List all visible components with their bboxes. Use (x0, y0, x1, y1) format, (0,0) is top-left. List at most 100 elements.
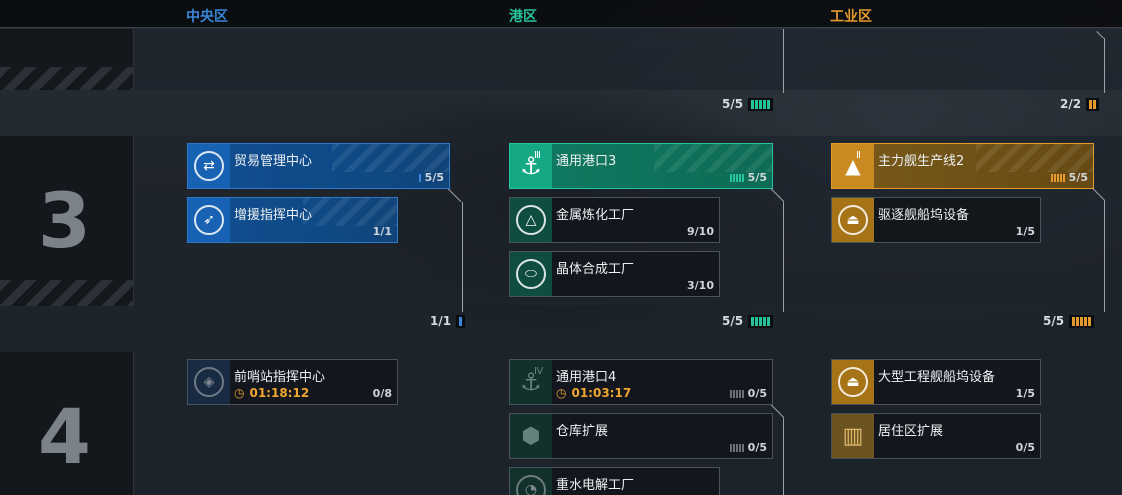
building-name: 增援指挥中心 (234, 208, 313, 223)
building-card-outpost-command[interactable]: ◈ 前哨站指挥中心 ◷ 01:18:12 0/8 (187, 359, 398, 405)
building-count-text: 1/1 (372, 225, 392, 238)
summary-count: 5/5 (722, 314, 744, 328)
progress-pips (729, 173, 744, 182)
build-timer-text: 01:18:12 (249, 386, 310, 400)
building-card-residential-expand[interactable]: ▥ 居住区扩展 0/5 (831, 413, 1041, 459)
building-count: 9/10 (687, 225, 714, 238)
building-name: 通用港口3 (556, 154, 617, 169)
build-timer: ◷ 01:18:12 (234, 386, 309, 400)
building-card-crystal-synthesis[interactable]: ⬭ 晶体合成工厂 3/10 (509, 251, 720, 297)
progress-pip (1088, 316, 1092, 326)
building-card-port3[interactable]: ⚓ Ⅲ 通用港口3 5/5 (509, 143, 773, 189)
tier2-industry-summary: 2/2 (1060, 97, 1100, 111)
tier-mark: Ⅱ (856, 150, 861, 161)
progress-pip (751, 99, 755, 109)
tier3-central-summary: 1/1 (430, 314, 466, 328)
card-stripes (654, 144, 772, 172)
building-name: 大型工程舰船坞设备 (878, 370, 996, 385)
progress-pip (741, 389, 744, 398)
progress-pip (1059, 173, 1062, 182)
building-card-metal-smelting[interactable]: △ 金属炼化工厂 9/10 (509, 197, 720, 243)
tier3-industry-summary: 5/5 (1043, 314, 1095, 328)
building-count-text: 0/5 (747, 441, 767, 454)
progress-pip (729, 173, 732, 182)
building-name: 重水电解工厂 (556, 478, 635, 493)
building-count-text: 0/5 (1015, 441, 1035, 454)
tier-4-box: 4 (0, 352, 134, 495)
progress-pip (1089, 99, 1093, 109)
progress-pip (738, 389, 741, 398)
building-name: 晶体合成工厂 (556, 262, 635, 277)
building-count-text: 1/5 (1015, 387, 1035, 400)
progress-pips (729, 443, 744, 452)
signal-broadcast-icon: ⇄ (188, 144, 230, 188)
dock-icon: ⏏ (832, 360, 874, 404)
building-card-main-ship-line2[interactable]: ▲ Ⅱ 主力舰生产线2 5/5 (831, 143, 1094, 189)
progress-pips (748, 97, 774, 111)
building-count: 5/5 (418, 171, 444, 184)
connector-line (783, 418, 784, 495)
progress-pip (418, 173, 421, 182)
progress-pip (741, 443, 744, 452)
building-count-text: 5/5 (1068, 171, 1088, 184)
building-name: 贸易管理中心 (234, 154, 313, 169)
progress-pip (759, 99, 763, 109)
building-card-warehouse-expand[interactable]: ⬢ 仓库扩展 0/5 (509, 413, 773, 459)
building-name: 仓库扩展 (556, 424, 609, 439)
building-count: 0/5 (729, 441, 767, 454)
building-count-text: 0/5 (747, 387, 767, 400)
building-count: 0/5 (1016, 441, 1035, 454)
building-card-destroyer-dock[interactable]: ⏏ 驱逐舰船坞设备 1/5 (831, 197, 1041, 243)
building-name: 通用港口4 (556, 370, 617, 385)
building-name: 前哨站指挥中心 (234, 370, 326, 385)
building-name: 驱逐舰船坞设备 (878, 208, 970, 223)
building-card-reinforce-command[interactable]: ➶ 增援指挥中心 1/1 (187, 197, 398, 243)
ship-line-icon: ▲ Ⅱ (832, 144, 874, 188)
summary-count: 5/5 (722, 97, 744, 111)
building-count-text: 9/10 (687, 225, 714, 238)
connector-line (1104, 38, 1105, 93)
signal-broadcast-icon: ◈ (188, 360, 230, 404)
warehouse-icon: ⬢ (510, 414, 552, 458)
card-stripes (302, 198, 397, 226)
building-name: 居住区扩展 (878, 424, 944, 439)
progress-pip (735, 173, 738, 182)
building-icon: ▥ (832, 414, 874, 458)
progress-pip (738, 173, 741, 182)
progress-pip (735, 443, 738, 452)
progress-pip (732, 173, 735, 182)
build-timer: ◷ 01:03:17 (556, 386, 631, 400)
connector-line (1104, 200, 1105, 312)
tier-3-box: 3 (0, 136, 134, 306)
zone-header-bar: 中央区 港区 工业区 (0, 0, 1122, 28)
building-card-port4[interactable]: ⚓ Ⅳ 通用港口4 ◷ 01:03:17 0/5 (509, 359, 773, 405)
progress-pip (1050, 173, 1053, 182)
progress-pip (763, 316, 767, 326)
signal-broadcast-icon: ➶ (188, 198, 230, 242)
clock-icon: ◷ (556, 386, 567, 400)
building-count-text: 0/8 (372, 387, 392, 400)
building-card-heavy-water[interactable]: ◔ 重水电解工厂 (509, 467, 720, 495)
tier2-port-summary: 5/5 (722, 97, 774, 111)
zone-label-industry: 工业区 (830, 9, 872, 25)
summary-count: 5/5 (1043, 314, 1065, 328)
building-count-text: 3/10 (687, 279, 714, 292)
building-name: 金属炼化工厂 (556, 208, 635, 223)
progress-pip (759, 316, 763, 326)
building-card-trade-center[interactable]: ⇄ 贸易管理中心 5/5 (187, 143, 450, 189)
tier-hatch (0, 67, 133, 90)
building-count: 0/8 (373, 387, 392, 400)
building-count: 5/5 (1050, 171, 1088, 184)
progress-pips (418, 173, 421, 182)
progress-pips (729, 389, 744, 398)
building-card-engineering-dock[interactable]: ⏏ 大型工程舰船坞设备 1/5 (831, 359, 1041, 405)
zone-label-port: 港区 (509, 9, 537, 25)
anchor-icon: ⚓ Ⅳ (510, 360, 552, 404)
building-count: 5/5 (729, 171, 767, 184)
progress-pip (763, 99, 767, 109)
progress-pip (729, 443, 732, 452)
building-count-text: 5/5 (747, 171, 767, 184)
tier-2-box (0, 29, 134, 90)
progress-pip (729, 389, 732, 398)
tier-mark: Ⅲ (534, 150, 541, 161)
